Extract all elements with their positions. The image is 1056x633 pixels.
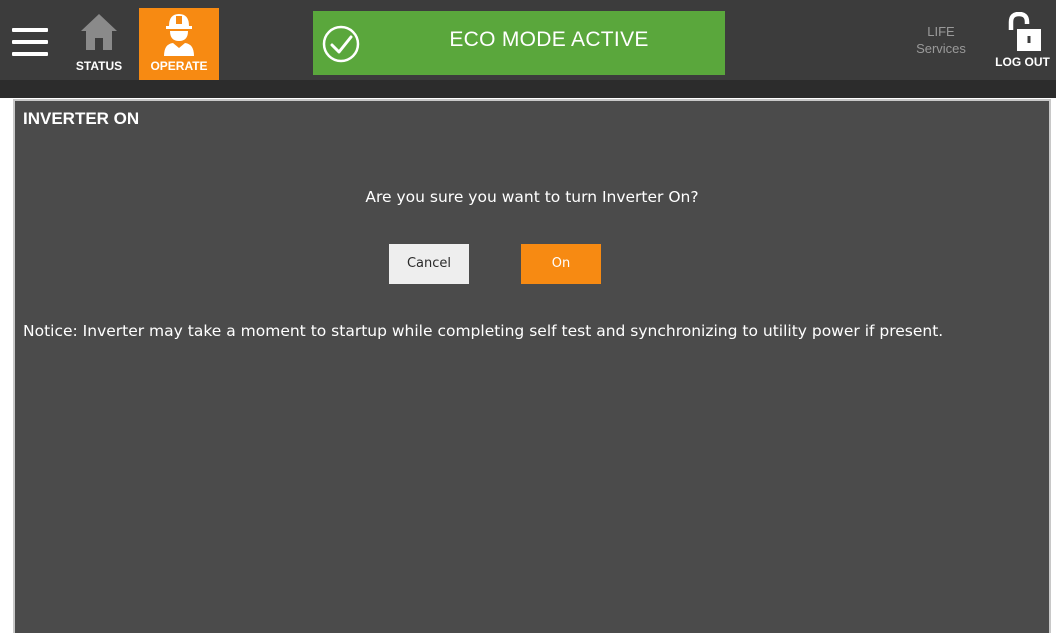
hamburger-menu-icon-bar: [12, 52, 48, 56]
home-icon: [81, 14, 117, 50]
cancel-button[interactable]: Cancel: [389, 244, 469, 284]
hamburger-menu-icon-bar: [12, 40, 48, 44]
menu-button[interactable]: [12, 28, 48, 56]
header-divider-strip: [0, 80, 1056, 98]
dialog-title: INVERTER ON: [23, 109, 140, 128]
app-window: STATUS OPERATE ECO MODE ACTIVE LIFE Serv…: [0, 0, 1056, 633]
tab-operate-label: OPERATE: [150, 59, 208, 73]
life-services-line2: Services: [916, 41, 966, 56]
top-navigation-bar: STATUS OPERATE ECO MODE ACTIVE LIFE Serv…: [0, 0, 1056, 80]
logout-button[interactable]: LOG OUT: [989, 10, 1056, 76]
life-services-link[interactable]: LIFE Services: [905, 23, 977, 57]
life-services-line1: LIFE: [927, 24, 955, 39]
operator-hardhat-icon: [164, 14, 194, 56]
check-circle-icon: [322, 25, 360, 63]
eco-mode-label: ECO MODE ACTIVE: [449, 28, 649, 51]
tab-status-label: STATUS: [75, 59, 123, 73]
confirmation-prompt: Are you sure you want to turn Inverter O…: [365, 188, 699, 206]
tab-status[interactable]: STATUS: [66, 8, 132, 80]
inverter-on-dialog: INVERTER ON Are you sure you want to tur…: [13, 99, 1051, 633]
logout-label: LOG OUT: [995, 55, 1050, 69]
unlocked-padlock-icon: [1008, 12, 1041, 51]
notice-text: Notice: Inverter may take a moment to st…: [23, 322, 944, 340]
eco-mode-banner: ECO MODE ACTIVE: [313, 11, 725, 75]
hamburger-menu-icon: [12, 28, 48, 32]
tab-operate[interactable]: OPERATE: [139, 8, 219, 80]
confirm-on-button[interactable]: On: [521, 244, 601, 284]
